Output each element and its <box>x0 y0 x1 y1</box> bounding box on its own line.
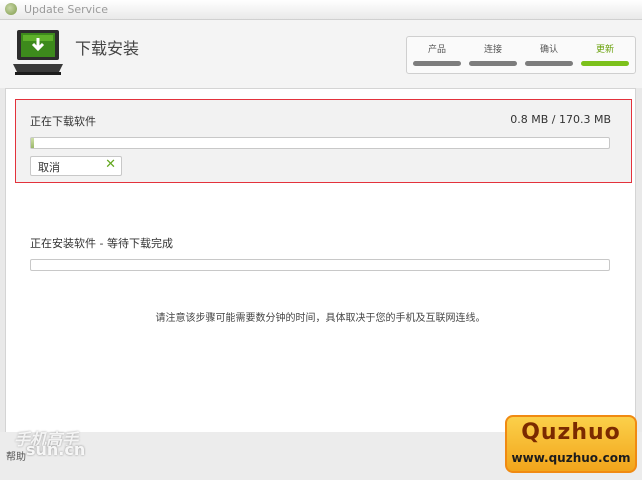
install-label: 正在安装软件 - 等待下载完成 <box>30 237 173 250</box>
step-connect: 连接 <box>467 42 519 66</box>
step-update: 更新 <box>579 42 631 66</box>
quzhuo-watermark-logo: Quzhuo www.quzhuo.com <box>505 415 637 473</box>
step-label: 产品 <box>427 45 446 55</box>
step-bar <box>413 61 461 66</box>
cancel-button[interactable]: 取消 ✕ <box>30 156 122 176</box>
step-confirm: 确认 <box>523 42 575 66</box>
step-label: 连接 <box>483 45 502 55</box>
cancel-label: 取消 <box>38 161 60 174</box>
step-label: 确认 <box>539 45 558 55</box>
app-logo-icon <box>5 3 17 15</box>
watermark-site-url: sun.cn <box>26 440 86 459</box>
close-icon: ✕ <box>105 157 116 172</box>
header: 下载安装 产品 连接 确认 更新 <box>0 20 642 88</box>
window-title: Update Service <box>24 3 108 16</box>
step-product: 产品 <box>411 42 463 66</box>
step-bar <box>525 61 573 66</box>
step-bar <box>469 61 517 66</box>
download-section: 正在下载软件 0.8 MB / 170.3 MB 取消 ✕ <box>15 99 632 183</box>
info-note: 请注意该步骤可能需要数分钟的时间，具体取决于您的手机及互联网连线。 <box>155 313 486 324</box>
laptop-download-icon <box>13 30 63 75</box>
quzhuo-url: www.quzhuo.com <box>511 451 631 465</box>
download-size: 0.8 MB / 170.3 MB <box>510 113 611 126</box>
install-progress-bar <box>30 259 610 271</box>
download-progress-bar <box>30 137 610 149</box>
quzhuo-title: Quzhuo <box>521 420 621 445</box>
help-link[interactable]: 帮助 <box>6 448 26 463</box>
step-bar <box>581 61 629 66</box>
title-bar: Update Service <box>0 0 642 20</box>
download-progress-fill <box>31 138 34 148</box>
main-panel: 正在下载软件 0.8 MB / 170.3 MB 取消 ✕ 正在安装软件 - 等… <box>5 88 636 433</box>
step-label: 更新 <box>595 45 614 55</box>
step-indicator: 产品 连接 确认 更新 <box>406 36 636 74</box>
download-label: 正在下载软件 <box>30 115 96 128</box>
page-title: 下载安装 <box>75 39 140 58</box>
